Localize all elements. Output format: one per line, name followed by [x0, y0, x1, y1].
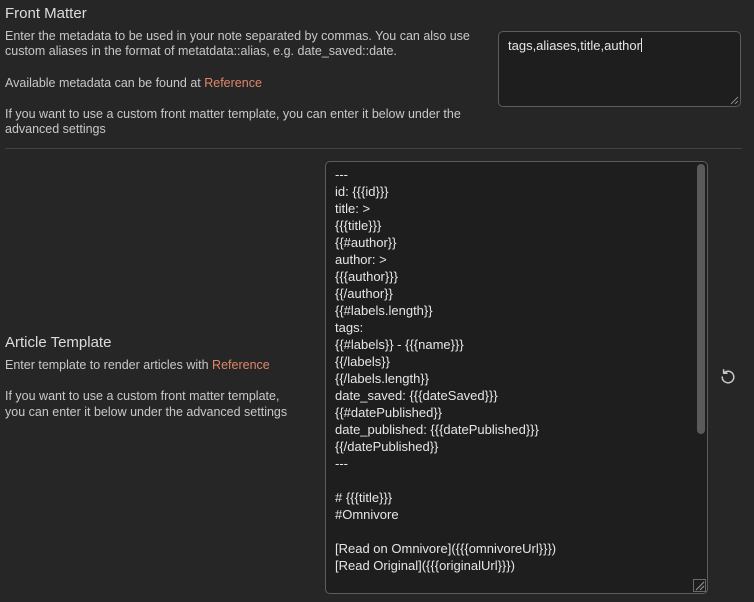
front-matter-title: Front Matter — [5, 5, 87, 22]
article-template-description-label: Enter template to render articles with — [5, 358, 213, 372]
available-metadata-label: Available metadata can be found at — [5, 76, 205, 90]
front-matter-metadata-value: tags,aliases,title,author — [508, 38, 641, 53]
front-matter-description-line2: custom aliases in the format of metatdat… — [5, 44, 397, 58]
article-template-custom-line1: If you want to use a custom front matter… — [5, 389, 280, 403]
reset-icon[interactable] — [719, 368, 737, 386]
article-template-title: Article Template — [5, 334, 112, 351]
front-matter-reference-link[interactable]: Reference — [204, 76, 262, 90]
resize-handle-icon[interactable] — [730, 96, 739, 105]
settings-page: Front Matter Enter the metadata to be us… — [0, 0, 754, 602]
resize-handle-icon[interactable] — [693, 579, 706, 592]
article-template-description: Enter template to render articles with R… — [5, 357, 270, 373]
front-matter-custom-line1: If you want to use a custom front matter… — [5, 107, 461, 121]
text-caret — [640, 38, 642, 52]
template-scrollbar[interactable] — [697, 164, 705, 434]
front-matter-metadata-input[interactable]: tags,aliases,title,author — [498, 31, 741, 107]
section-divider — [5, 148, 742, 149]
article-template-reference-link[interactable]: Reference — [212, 358, 270, 372]
front-matter-custom-line2: advanced settings — [5, 122, 106, 136]
article-template-content: --- id: {{{id}}} title: > {{{title}}} {{… — [335, 167, 557, 593]
article-template-custom-line2: you can enter it below under the advance… — [5, 405, 288, 419]
front-matter-description-line1: Enter the metadata to be used in your no… — [5, 29, 470, 43]
article-template-textarea[interactable]: --- id: {{{id}}} title: > {{{title}}} {{… — [325, 161, 708, 594]
available-metadata-text: Available metadata can be found at Refer… — [5, 75, 262, 91]
